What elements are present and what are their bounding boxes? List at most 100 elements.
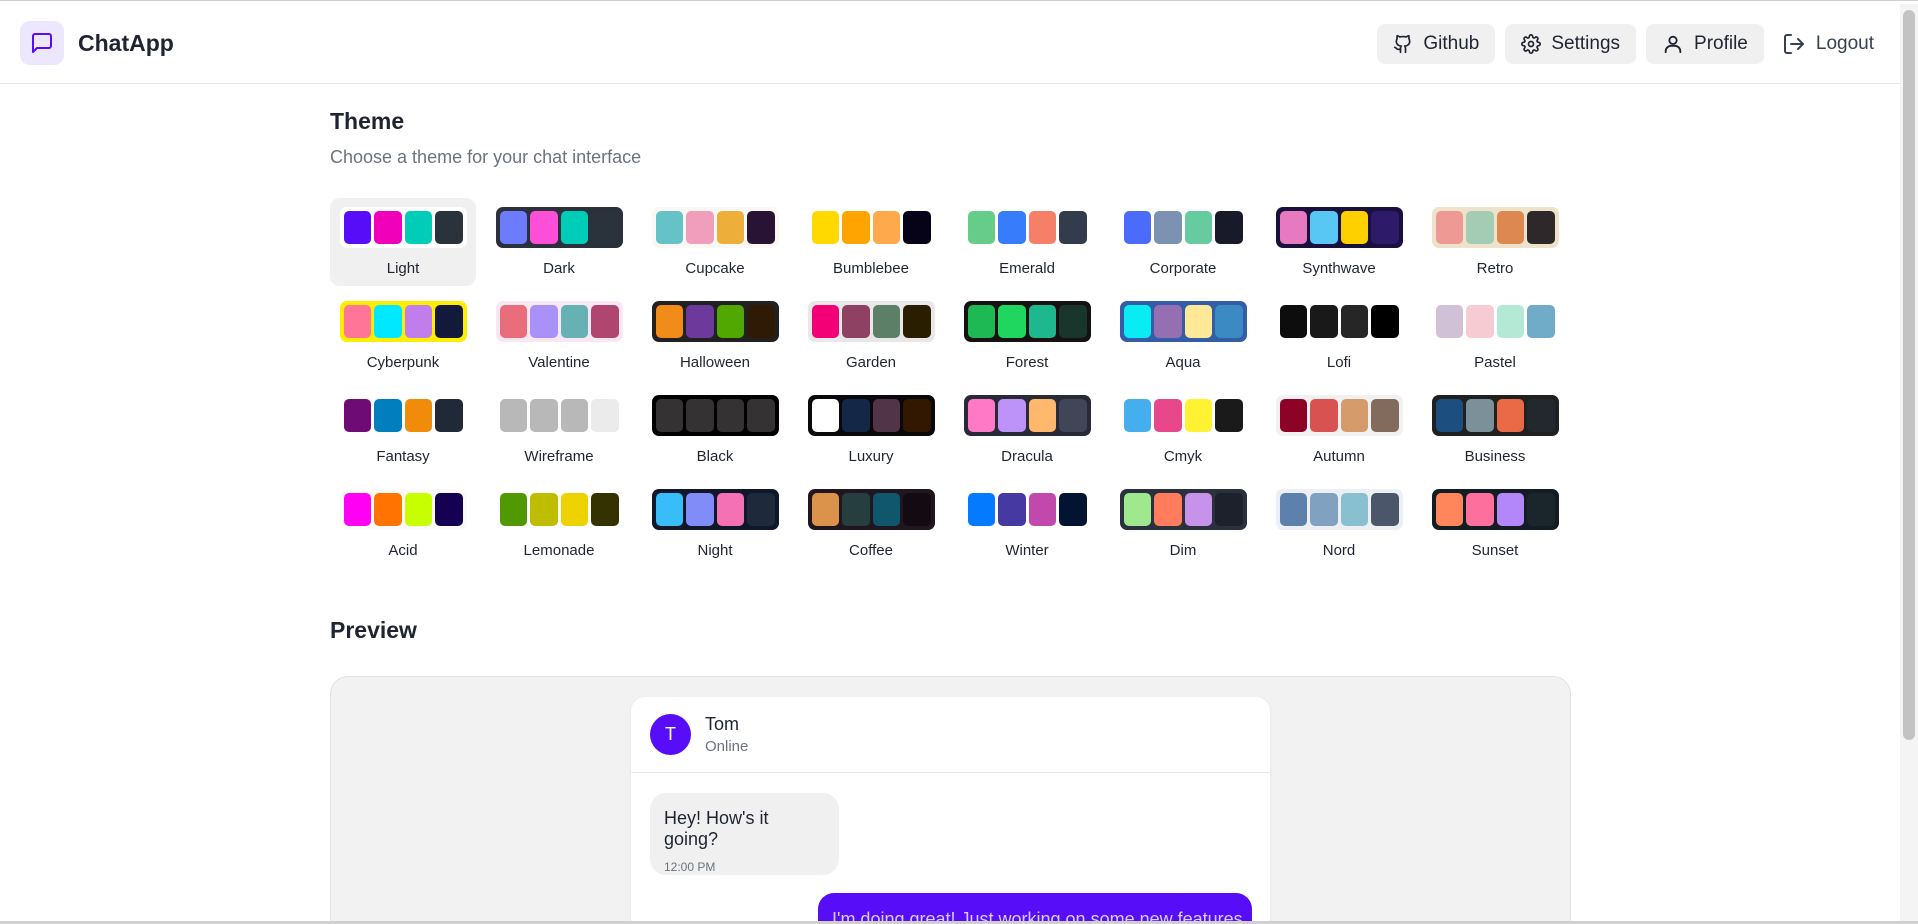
theme-color-chip — [842, 305, 870, 338]
theme-option-black[interactable]: Black — [642, 386, 788, 474]
theme-color-chip — [903, 305, 931, 338]
theme-option-label: Retro — [1476, 260, 1514, 277]
theme-color-chip — [591, 399, 619, 432]
theme-color-chip — [1310, 211, 1338, 244]
settings-button[interactable]: Settings — [1505, 24, 1637, 64]
theme-color-chip — [1340, 399, 1368, 432]
theme-color-chip — [1028, 305, 1056, 338]
theme-color-chip — [404, 305, 432, 338]
theme-color-chip — [1466, 399, 1494, 432]
theme-option-dim[interactable]: Dim — [1110, 480, 1256, 568]
theme-option-lofi[interactable]: Lofi — [1266, 292, 1412, 380]
theme-color-chip — [404, 493, 432, 526]
theme-swatch — [651, 301, 779, 342]
theme-color-chip — [1496, 399, 1524, 432]
contact-name: Tom — [705, 714, 740, 734]
scrollbar-thumb[interactable] — [1903, 10, 1915, 740]
theme-color-chip — [1123, 305, 1151, 338]
theme-option-synthwave[interactable]: Synthwave — [1266, 198, 1412, 286]
theme-color-chip — [872, 305, 900, 338]
theme-option-label: Bumblebee — [833, 260, 909, 277]
theme-color-chip — [374, 493, 402, 526]
theme-option-label: Luxury — [848, 448, 894, 465]
theme-color-chip — [1310, 305, 1338, 338]
theme-swatch — [1431, 395, 1559, 436]
logout-icon — [1783, 34, 1804, 54]
outgoing-message: I'm doing great! Just working on some ne… — [818, 893, 1252, 924]
theme-option-autumn[interactable]: Autumn — [1266, 386, 1412, 474]
theme-option-nord[interactable]: Nord — [1266, 480, 1412, 568]
theme-option-retro[interactable]: Retro — [1422, 198, 1568, 286]
theme-swatch — [1431, 301, 1559, 342]
theme-option-aqua[interactable]: Aqua — [1110, 292, 1256, 380]
page-scrollbar[interactable] — [1900, 4, 1918, 924]
theme-color-chip — [591, 305, 619, 338]
theme-color-chip — [872, 493, 900, 526]
theme-option-dark[interactable]: Dark — [486, 198, 632, 286]
theme-color-chip — [1435, 211, 1463, 244]
theme-color-chip — [530, 305, 558, 338]
theme-swatch — [1119, 395, 1247, 436]
theme-swatch — [1119, 207, 1247, 248]
theme-option-coffee[interactable]: Coffee — [798, 480, 944, 568]
theme-option-lemonade[interactable]: Lemonade — [486, 480, 632, 568]
theme-color-chip — [374, 305, 402, 338]
theme-swatch — [651, 207, 779, 248]
theme-option-halloween[interactable]: Halloween — [642, 292, 788, 380]
theme-color-chip — [655, 493, 683, 526]
gear-icon — [1521, 34, 1542, 54]
theme-option-label: Winter — [1005, 542, 1049, 559]
theme-option-label: Cupcake — [685, 260, 745, 277]
theme-swatch — [495, 207, 623, 248]
theme-option-label: Synthwave — [1302, 260, 1376, 277]
theme-option-light[interactable]: Light — [330, 198, 476, 286]
theme-option-winter[interactable]: Winter — [954, 480, 1100, 568]
nav-actions: Github Settings Profile Logout — [1367, 24, 1878, 64]
github-button[interactable]: Github — [1377, 24, 1496, 64]
theme-option-sunset[interactable]: Sunset — [1422, 480, 1568, 568]
theme-color-chip — [343, 399, 371, 432]
theme-option-cyberpunk[interactable]: Cyberpunk — [330, 292, 476, 380]
profile-button[interactable]: Profile — [1646, 24, 1764, 64]
theme-swatch — [651, 489, 779, 530]
theme-color-chip — [811, 305, 839, 338]
theme-color-chip — [872, 211, 900, 244]
theme-option-dracula[interactable]: Dracula — [954, 386, 1100, 474]
theme-color-chip — [560, 305, 588, 338]
theme-option-business[interactable]: Business — [1422, 386, 1568, 474]
theme-option-emerald[interactable]: Emerald — [954, 198, 1100, 286]
theme-option-label: Pastel — [1474, 354, 1516, 371]
theme-color-chip — [1184, 211, 1212, 244]
theme-swatch — [963, 207, 1091, 248]
github-icon — [1394, 34, 1411, 54]
theme-option-cupcake[interactable]: Cupcake — [642, 198, 788, 286]
navbar: ChatApp Github Settings Profile Logout — [0, 4, 1900, 84]
theme-option-cmyk[interactable]: Cmyk — [1110, 386, 1256, 474]
theme-color-chip — [1059, 493, 1087, 526]
theme-option-garden[interactable]: Garden — [798, 292, 944, 380]
theme-color-chip — [967, 305, 995, 338]
theme-option-corporate[interactable]: Corporate — [1110, 198, 1256, 286]
theme-option-label: Garden — [845, 354, 897, 371]
theme-color-chip — [1279, 493, 1307, 526]
theme-option-fantasy[interactable]: Fantasy — [330, 386, 476, 474]
theme-title: Theme — [330, 108, 405, 134]
preview-title: Preview — [330, 617, 417, 643]
theme-option-pastel[interactable]: Pastel — [1422, 292, 1568, 380]
message-square-icon — [20, 21, 64, 65]
theme-color-chip — [499, 399, 527, 432]
theme-option-wireframe[interactable]: Wireframe — [486, 386, 632, 474]
theme-option-night[interactable]: Night — [642, 480, 788, 568]
theme-option-bumblebee[interactable]: Bumblebee — [798, 198, 944, 286]
theme-option-valentine[interactable]: Valentine — [486, 292, 632, 380]
theme-color-chip — [1028, 399, 1056, 432]
incoming-message: Hey! How's it going? 12:00 PM — [650, 793, 839, 875]
theme-color-chip — [1466, 305, 1494, 338]
logout-button[interactable]: Logout — [1774, 24, 1878, 64]
theme-option-forest[interactable]: Forest — [954, 292, 1100, 380]
theme-option-luxury[interactable]: Luxury — [798, 386, 944, 474]
brand[interactable]: ChatApp — [20, 21, 174, 65]
theme-option-label: Coffee — [849, 542, 893, 559]
theme-option-acid[interactable]: Acid — [330, 480, 476, 568]
theme-color-chip — [499, 211, 527, 244]
